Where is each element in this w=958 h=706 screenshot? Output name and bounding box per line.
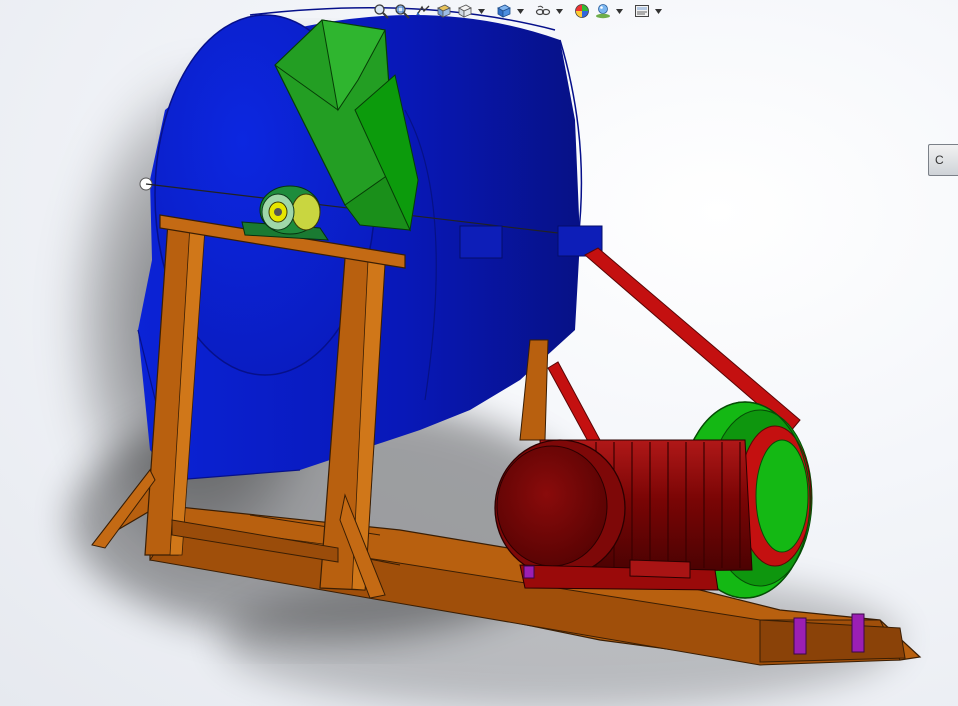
section-view-icon[interactable]	[435, 2, 453, 20]
hide-show-items-icon[interactable]	[534, 2, 552, 20]
hide-show-items-dropdown[interactable]	[555, 2, 563, 20]
view-orientation-icon[interactable]	[456, 2, 474, 20]
graphics-area[interactable]	[0, 0, 958, 706]
task-pane-tab[interactable]: C	[928, 144, 958, 176]
view-settings-icon[interactable]	[633, 2, 651, 20]
display-style-icon[interactable]	[495, 2, 513, 20]
edit-appearance-icon[interactable]	[573, 2, 591, 20]
previous-view-icon[interactable]	[414, 2, 432, 20]
apply-scene-icon[interactable]	[594, 2, 612, 20]
display-style-dropdown[interactable]	[516, 2, 524, 20]
view-orientation-dropdown[interactable]	[477, 2, 485, 20]
task-pane-tab-label: C	[935, 153, 944, 167]
view-settings-dropdown[interactable]	[654, 2, 662, 20]
zoom-to-fit-icon[interactable]	[372, 2, 390, 20]
heads-up-view-toolbar	[372, 0, 662, 22]
apply-scene-dropdown[interactable]	[615, 2, 623, 20]
zoom-to-area-icon[interactable]	[393, 2, 411, 20]
